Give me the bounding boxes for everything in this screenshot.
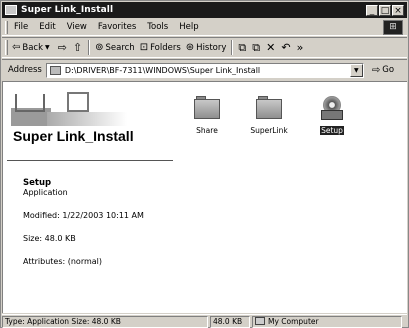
banner-decoration — [67, 92, 89, 112]
toolbar-overflow[interactable]: » — [297, 41, 304, 54]
zone-label: My Computer — [268, 316, 319, 326]
search-icon: ⊚ — [95, 41, 104, 53]
file-label: SuperLink — [250, 126, 288, 135]
status-info: Type: Application Size: 48.0 KB — [2, 315, 208, 328]
history-icon: ⊛ — [185, 41, 195, 53]
explorer-window: Super Link_Install _ □ × File Edit View … — [0, 0, 409, 328]
toolbar-separator — [231, 40, 234, 55]
menu-view[interactable]: View — [67, 22, 87, 32]
file-label: Share — [196, 126, 218, 135]
chevron-down-icon[interactable]: ▼ — [45, 44, 50, 51]
banner-decoration — [15, 94, 45, 112]
folder-icon — [194, 96, 220, 120]
banner-decoration — [47, 112, 127, 126]
folder-window-icon — [5, 5, 17, 15]
file-item-superlink[interactable]: SuperLink — [247, 96, 291, 135]
close-button[interactable]: × — [392, 4, 404, 16]
status-bar: Type: Application Size: 48.0 KB 48.0 KB … — [2, 314, 407, 328]
selected-item-name: Setup — [23, 178, 52, 188]
undo-icon[interactable]: ↶ — [281, 41, 290, 54]
address-field[interactable]: D:\DRIVER\BF-7311\WINDOWS\Super Link_Ins… — [45, 62, 364, 78]
forward-button[interactable]: ⇨ — [58, 41, 67, 54]
menu-help[interactable]: Help — [179, 22, 198, 32]
window-title: Super Link_Install — [21, 5, 114, 15]
toolbar-separator — [88, 40, 91, 55]
folder-view[interactable]: Super Link_Install Setup Application Mod… — [2, 81, 407, 313]
folder-icon — [256, 96, 282, 120]
standard-toolbar: ⇦ Back ▼ ⇨ ⇧ ⊚ Search ⊡ Folders ⊛ Histor… — [2, 37, 407, 58]
folder-banner: Super Link_Install — [7, 88, 172, 148]
details-pane: Setup Application Modified: 1/22/2003 10… — [23, 178, 183, 280]
toolbar-grip[interactable] — [5, 40, 8, 55]
selected-item-type: Application — [23, 188, 68, 197]
title-divider — [7, 160, 173, 161]
back-label: Back — [22, 42, 44, 53]
modified-date: Modified: 1/22/2003 10:11 AM — [23, 211, 144, 220]
file-label-selected: Setup — [320, 126, 344, 135]
copy-to-icon[interactable]: ⧉ — [252, 41, 260, 55]
minimize-button[interactable]: _ — [366, 4, 378, 16]
address-bar: Address D:\DRIVER\BF-7311\WINDOWS\Super … — [2, 59, 407, 80]
go-label: Go — [382, 65, 395, 75]
address-label: Address — [8, 65, 42, 75]
menu-tools[interactable]: Tools — [147, 22, 168, 32]
folders-button[interactable]: ⊡ Folders — [140, 39, 181, 56]
status-zone: My Computer — [252, 315, 402, 328]
address-value[interactable]: D:\DRIVER\BF-7311\WINDOWS\Super Link_Ins… — [65, 66, 350, 75]
move-to-icon[interactable]: ⧉ — [238, 41, 246, 55]
file-item-share[interactable]: Share — [185, 96, 229, 135]
menu-bar: File Edit View Favorites Tools Help ⊞ — [2, 19, 407, 36]
menu-grip[interactable] — [5, 20, 8, 34]
history-button[interactable]: ⊛ History — [186, 39, 227, 56]
history-label: History — [196, 42, 227, 53]
folders-icon: ⊡ — [139, 41, 149, 53]
search-button[interactable]: ⊚ Search — [95, 39, 135, 56]
go-button[interactable]: ⇨ Go — [372, 65, 394, 76]
window-controls: _ □ × — [366, 4, 404, 16]
up-folder-button[interactable]: ⇧ — [73, 41, 82, 54]
back-arrow-icon: ⇦ — [12, 41, 21, 53]
folder-icon — [49, 65, 61, 75]
title-bar[interactable]: Super Link_Install _ □ × — [2, 2, 407, 18]
address-dropdown-button[interactable]: ▼ — [349, 63, 363, 77]
search-label: Search — [105, 42, 135, 53]
setup-application-icon — [321, 96, 343, 120]
menu-edit[interactable]: Edit — [39, 22, 55, 32]
file-attributes: Attributes: (normal) — [23, 257, 103, 266]
windows-logo-icon: ⊞ — [383, 20, 403, 35]
file-item-setup[interactable]: Setup — [310, 96, 354, 135]
menu-favorites[interactable]: Favorites — [98, 22, 136, 32]
maximize-button[interactable]: □ — [379, 4, 391, 16]
computer-icon — [255, 316, 265, 325]
folder-title: Super Link_Install — [13, 128, 134, 144]
menu-file[interactable]: File — [14, 22, 28, 32]
delete-icon[interactable]: ✕ — [266, 41, 275, 54]
go-arrow-icon: ⇨ — [371, 64, 381, 76]
back-button[interactable]: ⇦ Back ▼ — [12, 39, 53, 56]
file-size: Size: 48.0 KB — [23, 234, 76, 243]
folders-label: Folders — [150, 42, 181, 53]
status-size: 48.0 KB — [210, 315, 250, 328]
